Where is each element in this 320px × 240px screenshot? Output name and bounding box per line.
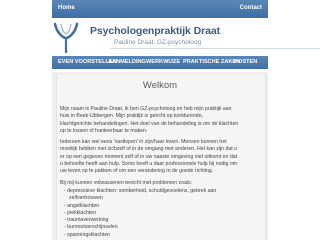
top-bar: Home Contact	[52, 0, 268, 18]
list-item: - depressieve klachten: somberheid, schu…	[64, 188, 217, 194]
nav-item-aanmelding[interactable]: AANMELDING	[108, 59, 146, 65]
text-line: huis in Beek-Ubbergen. Mijn praktijk is …	[60, 113, 204, 120]
text-line: Bij mij kunnen volwassenen terecht met p…	[60, 180, 193, 186]
text-line: Iedereen kan wel eens 'vastlopen' in zij…	[60, 139, 227, 145]
list-item: - piekklachten	[64, 209, 97, 216]
page-title: Welkom	[142, 80, 178, 91]
text-line: u behoefte heeft aan hulp. Soms heeft u …	[60, 160, 238, 167]
list-item: - traumaverwerking	[64, 217, 109, 224]
main-nav: EVEN VOORSTELLEN AANMELDING WERKWIJZE PR…	[52, 56, 268, 69]
header-divider	[110, 48, 320, 49]
complaints-list: - depressieve klachten: somberheid, schu…	[64, 188, 260, 239]
home-link[interactable]: Home	[58, 5, 75, 11]
nav-item-kosten[interactable]: KOSTEN	[234, 59, 257, 65]
site-subtitle: Pauline Draat, GZ-psycholoog	[114, 39, 202, 46]
intro-paragraph: Mijn naam is Pauline Draat, ik ben GZ-ps…	[60, 106, 260, 135]
text-line: er op een gegeven moment zelf of in uw n…	[60, 153, 238, 160]
site-title: Psychologenpraktijk Draat	[90, 25, 220, 37]
text-line: uw leven op te pakken of om een verander…	[60, 168, 214, 175]
text-line: Mijn naam is Pauline Draat, ik ben GZ-ps…	[60, 106, 232, 112]
list-item: - angstklachten	[64, 202, 100, 209]
list-item: - spanningsklachten	[64, 231, 111, 238]
text-line: op te lossen of hanteerbaar te maken.	[60, 127, 148, 134]
text-line: moeilijk hebben met zichzelf of in de om…	[60, 146, 238, 153]
nav-item-werkwijze[interactable]: WERKWIJZE	[146, 59, 180, 65]
header: Psychologenpraktijk Draat Pauline Draat,…	[52, 20, 320, 54]
logo-icon	[53, 22, 79, 54]
third-paragraph: Bij mij kunnen volwassenen terecht met p…	[60, 180, 260, 187]
second-paragraph: Iedereen kan wel eens 'vastlopen' in zij…	[60, 139, 260, 175]
text-line: klachtgerichte behandelingen. Het doel v…	[60, 120, 239, 127]
list-item: zelfvertrouwen	[69, 195, 103, 202]
page: Home Contact Psychologenpraktijk Draat P…	[0, 0, 320, 240]
nav-item-praktische-zaken[interactable]: PRAKTISCHE ZAKEN	[183, 59, 240, 65]
list-item: - burnoutverschijnselen	[64, 224, 118, 231]
contact-link[interactable]: Contact	[240, 5, 262, 11]
content-area: Welkom Mijn naam is Pauline Draat, ik be…	[52, 72, 268, 240]
